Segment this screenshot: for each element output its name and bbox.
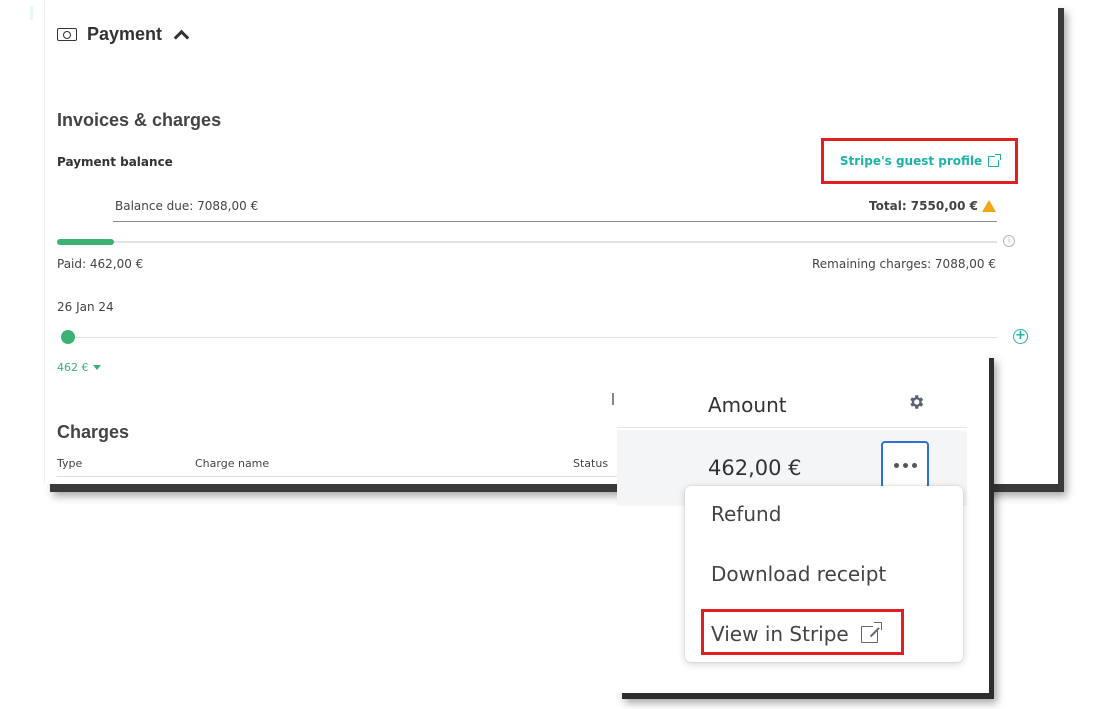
remaining-charges: Remaining charges: 7088,00 € bbox=[812, 257, 996, 271]
external-link-icon bbox=[860, 620, 883, 643]
more-actions-button[interactable] bbox=[881, 441, 929, 489]
column-header-type[interactable]: Type bbox=[57, 457, 82, 470]
charge-amount-value: 462,00 € bbox=[708, 456, 802, 480]
invoices-section-title: Invoices & charges bbox=[57, 110, 222, 130]
total-amount: Total: 7550,00 € bbox=[869, 199, 996, 213]
column-separator bbox=[612, 393, 614, 405]
more-icon bbox=[911, 462, 917, 468]
money-icon bbox=[57, 28, 77, 41]
add-icon[interactable]: + bbox=[1013, 329, 1028, 344]
info-icon[interactable]: i bbox=[1003, 235, 1015, 247]
payment-header[interactable]: Payment bbox=[57, 24, 190, 46]
timeline-amount: 462 € bbox=[57, 361, 89, 374]
zoom-header-divider bbox=[617, 427, 967, 428]
balance-due: Balance due: 7088,00 € bbox=[115, 199, 259, 213]
menu-item-download-receipt[interactable]: Download receipt bbox=[711, 562, 886, 586]
timeline-line bbox=[69, 337, 997, 338]
zoomed-charge-panel: Amount 462,00 € Refund Download receipt … bbox=[617, 352, 989, 693]
view-in-stripe-label: View in Stripe bbox=[711, 622, 849, 646]
left-accent-bar bbox=[30, 6, 33, 20]
column-header-charge-name[interactable]: Charge name bbox=[195, 457, 269, 470]
menu-item-refund[interactable]: Refund bbox=[711, 502, 781, 526]
timeline-amount-dropdown[interactable]: 462 € bbox=[57, 361, 101, 374]
gear-icon[interactable] bbox=[907, 393, 925, 411]
stripe-guest-profile-link[interactable]: Stripe's guest profile bbox=[840, 154, 982, 168]
payment-progress-fill bbox=[57, 239, 115, 245]
caret-down-icon bbox=[92, 365, 101, 370]
table-header-divider bbox=[57, 476, 617, 477]
paid-amount: Paid: 462,00 € bbox=[57, 257, 144, 271]
menu-item-view-in-stripe[interactable]: View in Stripe bbox=[711, 620, 883, 646]
timeline-date: 26 Jan 24 bbox=[57, 300, 114, 314]
timeline-payment-dot[interactable] bbox=[61, 330, 75, 344]
column-header-status[interactable]: Status bbox=[573, 457, 608, 470]
warning-icon bbox=[982, 200, 996, 212]
payment-progress-bar bbox=[57, 239, 997, 245]
total-label: Total: 7550,00 € bbox=[869, 199, 978, 213]
more-icon bbox=[893, 462, 899, 468]
balance-underline bbox=[113, 221, 997, 222]
chevron-up-icon[interactable] bbox=[173, 29, 190, 46]
payment-balance-label: Payment balance bbox=[57, 155, 173, 169]
payment-title: Payment bbox=[87, 24, 163, 44]
charge-actions-menu: Refund Download receipt View in Stripe bbox=[685, 486, 963, 662]
more-icon bbox=[902, 462, 908, 468]
stripe-guest-profile-highlight: Stripe's guest profile bbox=[821, 138, 1018, 184]
charges-title: Charges bbox=[57, 422, 130, 442]
external-link-icon[interactable] bbox=[988, 153, 1002, 167]
column-header-amount[interactable]: Amount bbox=[708, 393, 787, 417]
